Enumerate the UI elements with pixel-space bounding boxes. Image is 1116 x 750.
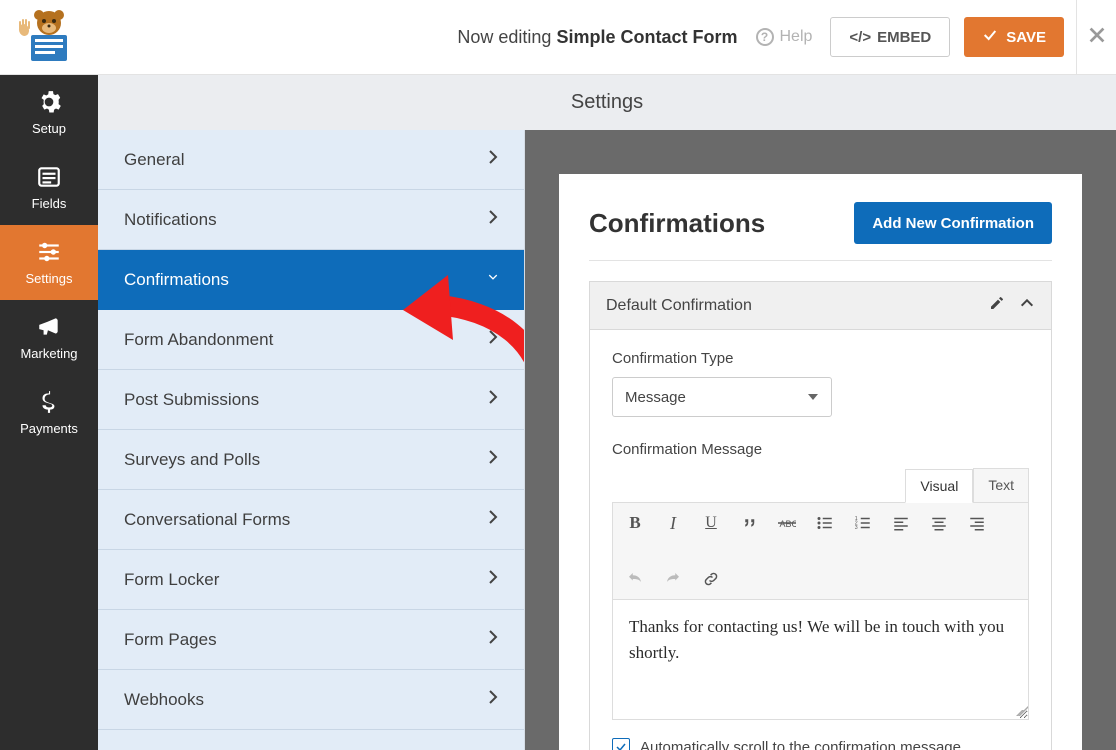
bullhorn-icon	[36, 314, 62, 340]
confirmation-header[interactable]: Default Confirmation	[590, 282, 1051, 330]
nav-setup[interactable]: Setup	[0, 75, 98, 150]
editor-textarea[interactable]: Thanks for contacting us! We will be in …	[612, 600, 1029, 720]
italic-icon[interactable]: I	[663, 513, 683, 533]
chevron-right-icon	[488, 389, 498, 410]
autoscroll-checkbox-row[interactable]: Automatically scroll to the confirmation…	[612, 738, 1029, 750]
nav-payments[interactable]: Payments	[0, 375, 98, 450]
editor-tabs: Visual Text	[612, 468, 1029, 502]
logo	[0, 0, 98, 75]
strikethrough-icon[interactable]: ABC	[777, 513, 797, 533]
underline-icon[interactable]: U	[701, 513, 721, 533]
close-icon	[1086, 24, 1108, 51]
align-left-icon[interactable]	[891, 513, 911, 533]
link-icon[interactable]	[701, 569, 721, 589]
confirmation-type-label: Confirmation Type	[612, 350, 1029, 367]
nav-label: Payments	[20, 421, 78, 436]
svg-text:3: 3	[855, 525, 858, 531]
settings-row-form-abandonment[interactable]: Form Abandonment	[98, 310, 524, 370]
numbered-list-icon[interactable]: 123	[853, 513, 873, 533]
settings-row-confirmations[interactable]: Confirmations	[98, 250, 524, 310]
code-icon: </>	[849, 29, 871, 46]
close-button[interactable]	[1076, 0, 1116, 75]
align-right-icon[interactable]	[967, 513, 987, 533]
redo-icon[interactable]	[663, 569, 683, 589]
confirmation-message-label: Confirmation Message	[612, 441, 1029, 458]
chevron-right-icon	[488, 449, 498, 470]
settings-row-form-locker[interactable]: Form Locker	[98, 550, 524, 610]
chevron-right-icon	[488, 509, 498, 530]
chevron-down-icon	[488, 269, 498, 290]
settings-row-general[interactable]: General	[98, 130, 524, 190]
settings-row-conversational-forms[interactable]: Conversational Forms	[98, 490, 524, 550]
edit-icon[interactable]	[989, 295, 1005, 316]
chevron-right-icon	[488, 629, 498, 650]
confirmation-block: Default Confirmation Confirmation Type	[589, 281, 1052, 750]
bold-icon[interactable]: B	[625, 513, 645, 533]
chevron-right-icon	[488, 329, 498, 350]
help-link[interactable]: ? Help	[756, 28, 813, 46]
add-confirmation-button[interactable]: Add New Confirmation	[854, 202, 1052, 244]
editing-text: Now editing Simple Contact Form	[457, 27, 737, 48]
topbar: Now editing Simple Contact Form ? Help <…	[0, 0, 1116, 75]
settings-sidebar: General Notifications Confirmations Form…	[98, 130, 525, 750]
chevron-right-icon	[488, 569, 498, 590]
confirmations-card: Confirmations Add New Confirmation Defau…	[559, 174, 1082, 750]
help-icon: ?	[756, 28, 774, 46]
chevron-right-icon	[488, 209, 498, 230]
chevron-right-icon	[488, 689, 498, 710]
chevron-right-icon	[488, 149, 498, 170]
nav-label: Settings	[26, 271, 73, 286]
nav-settings[interactable]: Settings	[0, 225, 98, 300]
dollar-icon	[36, 389, 62, 415]
settings-row-form-pages[interactable]: Form Pages	[98, 610, 524, 670]
editor-tab-visual[interactable]: Visual	[905, 469, 973, 503]
card-heading: Confirmations	[589, 208, 765, 239]
undo-icon[interactable]	[625, 569, 645, 589]
nav-label: Fields	[32, 196, 67, 211]
list-icon	[36, 164, 62, 190]
check-icon	[982, 27, 998, 47]
embed-button[interactable]: </> EMBED	[830, 17, 950, 57]
editor-toolbar: B I U ABC 123	[612, 502, 1029, 600]
chevron-up-icon[interactable]	[1019, 295, 1035, 316]
nav-marketing[interactable]: Marketing	[0, 300, 98, 375]
editor-tab-text[interactable]: Text	[973, 468, 1029, 502]
gear-icon	[36, 89, 62, 115]
checkbox-checked-icon[interactable]	[612, 738, 630, 750]
align-center-icon[interactable]	[929, 513, 949, 533]
content-pane[interactable]: Confirmations Add New Confirmation Defau…	[525, 130, 1116, 750]
nav-fields[interactable]: Fields	[0, 150, 98, 225]
quote-icon[interactable]	[739, 513, 759, 533]
confirmation-type-select[interactable]: Message	[612, 377, 832, 417]
settings-row-post-submissions[interactable]: Post Submissions	[98, 370, 524, 430]
main: Settings General Notifications Confirmat…	[98, 75, 1116, 750]
left-nav: Setup Fields Settings Marketing Payments	[0, 75, 98, 750]
confirmation-title: Default Confirmation	[606, 297, 752, 315]
save-button[interactable]: SAVE	[964, 17, 1064, 57]
page-title: Settings	[98, 75, 1116, 130]
resize-handle[interactable]	[1013, 704, 1025, 716]
autoscroll-label: Automatically scroll to the confirmation…	[640, 739, 961, 750]
bullet-list-icon[interactable]	[815, 513, 835, 533]
nav-label: Marketing	[20, 346, 77, 361]
settings-row-webhooks[interactable]: Webhooks	[98, 670, 524, 730]
nav-label: Setup	[32, 121, 66, 136]
settings-row-notifications[interactable]: Notifications	[98, 190, 524, 250]
settings-body: General Notifications Confirmations Form…	[98, 130, 1116, 750]
sliders-icon	[36, 239, 62, 265]
settings-row-surveys-and-polls[interactable]: Surveys and Polls	[98, 430, 524, 490]
